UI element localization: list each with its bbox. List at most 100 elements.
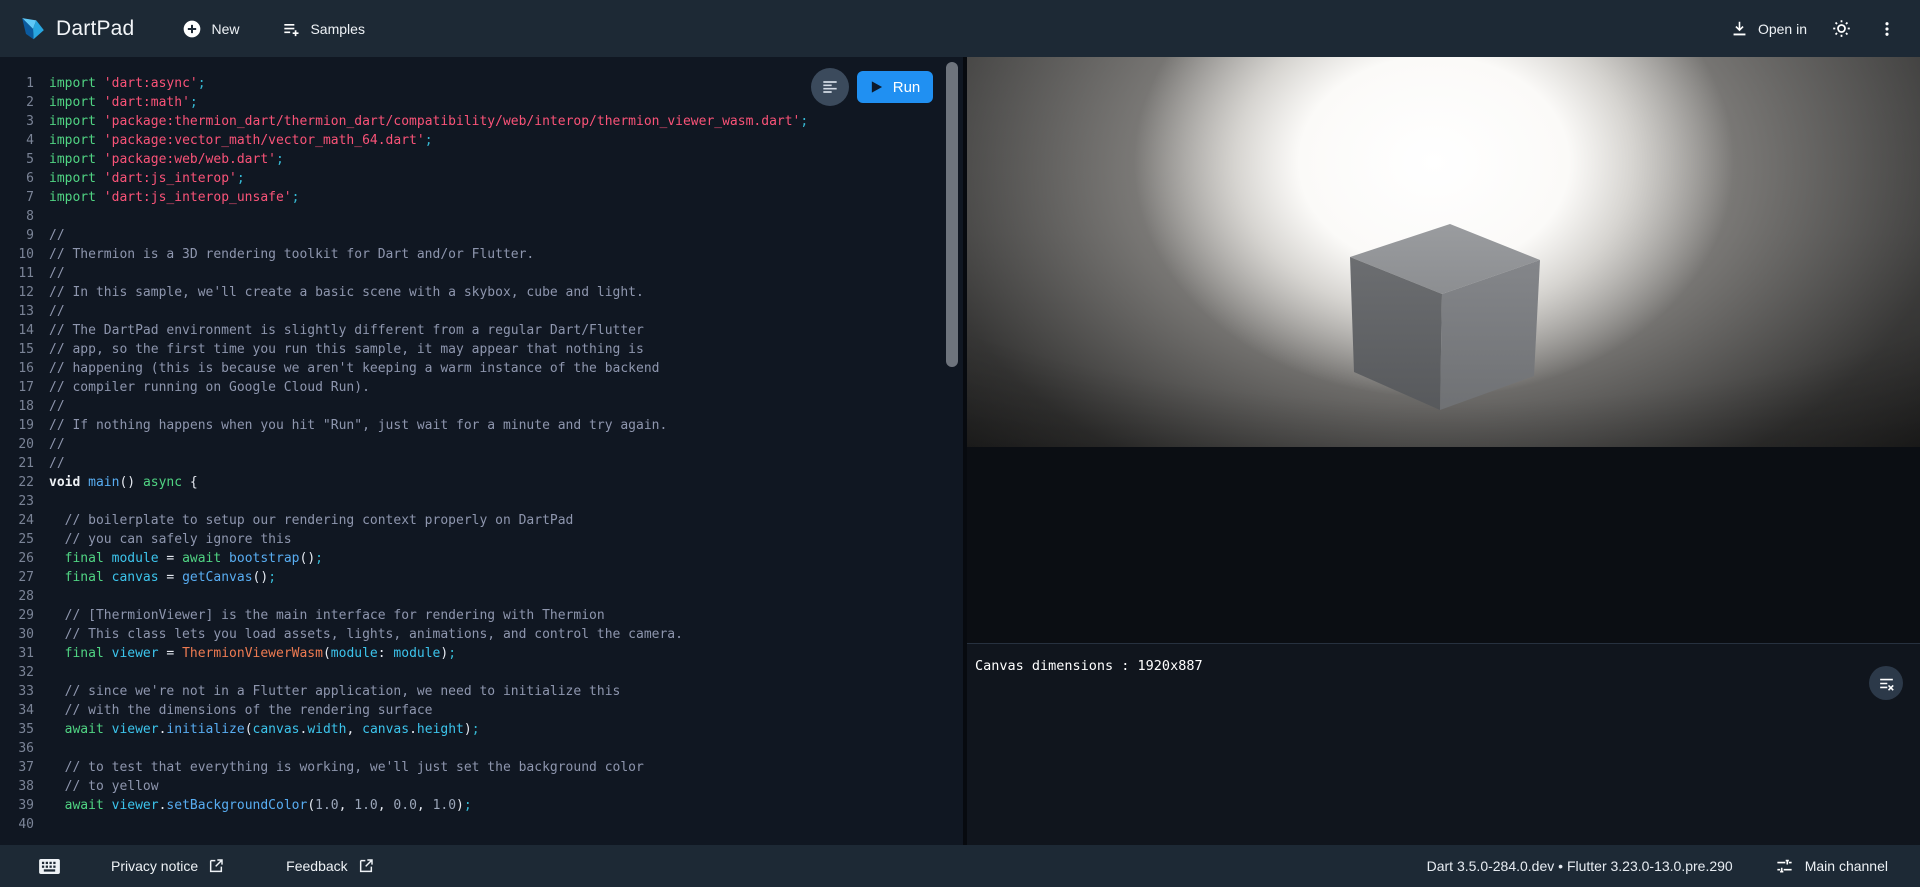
code-line[interactable]: 13 // — [0, 302, 963, 321]
overflow-menu-button[interactable] — [1872, 13, 1902, 45]
code-line[interactable]: 35 await viewer.initialize(canvas.width,… — [0, 720, 963, 739]
brand: DartPad — [0, 16, 134, 42]
code-line[interactable]: 36 — [0, 739, 963, 758]
line-number: 35 — [8, 720, 34, 739]
code-line[interactable]: 16// happening (this is because we aren'… — [0, 359, 963, 378]
code-line[interactable]: 29 // [ThermionViewer] is the main inter… — [0, 606, 963, 625]
clear-console-icon — [1877, 674, 1896, 693]
code-line[interactable]: 10// Thermion is a 3D rendering toolkit … — [0, 245, 963, 264]
code-line[interactable]: 30 // This class lets you load assets, l… — [0, 625, 963, 644]
line-number: 7 — [8, 188, 34, 207]
line-number: 9 — [8, 226, 34, 245]
code-line[interactable]: 33 // since we're not in a Flutter appli… — [0, 682, 963, 701]
samples-button-label: Samples — [310, 21, 364, 37]
code-line-text: // — [49, 304, 65, 319]
code-line[interactable]: 25 // you can safely ignore this — [0, 530, 963, 549]
clear-console-button[interactable] — [1869, 666, 1903, 700]
code-line-text: final module = await bootstrap(); — [49, 551, 323, 566]
line-number: 18 — [8, 397, 34, 416]
code-line-text: // Thermion is a 3D rendering toolkit fo… — [49, 247, 534, 262]
run-button-label: Run — [893, 79, 921, 96]
line-number: 20 — [8, 435, 34, 454]
code-line[interactable]: 26 final module = await bootstrap(); — [0, 549, 963, 568]
code-line[interactable]: 5import 'package:web/web.dart'; — [0, 150, 963, 169]
code-line-text: // — [49, 228, 65, 243]
code-line[interactable]: 23 — [0, 492, 963, 511]
format-button[interactable] — [811, 68, 849, 106]
code-line[interactable]: 28 — [0, 587, 963, 606]
privacy-notice-link[interactable]: Privacy notice — [111, 858, 224, 874]
new-button[interactable]: New — [176, 11, 245, 47]
code-line[interactable]: 18// — [0, 397, 963, 416]
feedback-link[interactable]: Feedback — [286, 858, 373, 874]
code-line-text: // — [49, 266, 65, 281]
code-line[interactable]: 40 — [0, 815, 963, 834]
code-line[interactable]: 4 import 'package:vector_math/vector_math… — [0, 131, 963, 150]
code-line[interactable]: 9 // — [0, 226, 963, 245]
code-line[interactable]: 3import 'package:thermion_dart/thermion_… — [0, 112, 963, 131]
code-line[interactable]: 32 — [0, 663, 963, 682]
code-area[interactable]: 1import 'dart:async';2import 'dart:math'… — [0, 57, 963, 834]
line-number: 4 — [8, 131, 34, 150]
keyboard-shortcuts-button[interactable] — [32, 852, 67, 881]
line-number: 28 — [8, 587, 34, 606]
brightness-icon — [1831, 18, 1852, 39]
code-line-text: // — [49, 437, 65, 452]
code-line[interactable]: 17// compiler running on Google Cloud Ru… — [0, 378, 963, 397]
code-line[interactable]: 6import 'dart:js_interop'; — [0, 169, 963, 188]
code-line[interactable]: 39 await viewer.setBackgroundColor(1.0, … — [0, 796, 963, 815]
footer: Privacy notice Feedback Dart 3.5.0-284.0… — [0, 845, 1920, 887]
code-line[interactable]: 19// If nothing happens when you hit "Ru… — [0, 416, 963, 435]
new-button-label: New — [211, 21, 239, 37]
code-line[interactable]: 31 final viewer = ThermionViewerWasm(mod… — [0, 644, 963, 663]
render-canvas[interactable] — [967, 57, 1920, 447]
line-number: 33 — [8, 682, 34, 701]
open-in-new-icon — [208, 858, 224, 874]
code-line[interactable]: 7import 'dart:js_interop_unsafe'; — [0, 188, 963, 207]
theme-toggle-button[interactable] — [1825, 12, 1858, 45]
code-line[interactable]: 8 — [0, 207, 963, 226]
run-button[interactable]: Run — [857, 71, 933, 103]
code-line[interactable]: 14 // The DartPad environment is slightly… — [0, 321, 963, 340]
line-number: 1 — [8, 74, 34, 93]
code-line[interactable]: 11// — [0, 264, 963, 283]
code-line-text: import 'package:vector_math/vector_math_… — [49, 133, 433, 148]
code-line[interactable]: 15// app, so the first time you run this… — [0, 340, 963, 359]
code-line[interactable]: 27 final canvas = getCanvas(); — [0, 568, 963, 587]
line-number: 15 — [8, 340, 34, 359]
editor-scrollbar[interactable] — [946, 62, 958, 367]
code-line[interactable]: 37 // to test that everything is working… — [0, 758, 963, 777]
tune-icon — [1775, 857, 1794, 876]
code-line-text: import 'dart:async'; — [49, 76, 206, 91]
line-number: 14 — [8, 321, 34, 340]
code-line-text: // The DartPad environment is slightly d… — [49, 323, 644, 338]
line-number: 26 — [8, 549, 34, 568]
dart-logo-icon — [20, 16, 46, 42]
code-line[interactable]: 12// In this sample, we'll create a basi… — [0, 283, 963, 302]
code-line-text: import 'package:web/web.dart'; — [49, 152, 284, 167]
line-number: 29 — [8, 606, 34, 625]
code-line[interactable]: 24 // boilerplate to setup our rendering… — [0, 511, 963, 530]
line-number: 32 — [8, 663, 34, 682]
line-number: 40 — [8, 815, 34, 834]
code-line[interactable]: 21// — [0, 454, 963, 473]
code-line-text: // — [49, 456, 65, 471]
line-number: 25 — [8, 530, 34, 549]
code-line[interactable]: 34 // with the dimensions of the renderi… — [0, 701, 963, 720]
code-line-text: // you can safely ignore this — [49, 532, 292, 547]
line-number: 37 — [8, 758, 34, 777]
code-line[interactable]: 22void main() async { — [0, 473, 963, 492]
code-line-text: // If nothing happens when you hit "Run"… — [49, 418, 667, 433]
code-line-text: void main() async { — [49, 475, 198, 490]
feedback-label: Feedback — [286, 858, 347, 874]
open-in-button[interactable]: Open in — [1724, 11, 1813, 46]
editor-pane: 1import 'dart:async';2import 'dart:math'… — [0, 57, 963, 845]
samples-button[interactable]: Samples — [275, 11, 370, 47]
page-title: DartPad — [56, 17, 134, 41]
line-number: 27 — [8, 568, 34, 587]
line-number: 13 — [8, 302, 34, 321]
code-line-text: // compiler running on Google Cloud Run)… — [49, 380, 370, 395]
code-line[interactable]: 20 // — [0, 435, 963, 454]
code-line[interactable]: 38 // to yellow — [0, 777, 963, 796]
channel-selector-button[interactable]: Main channel — [1775, 857, 1888, 876]
